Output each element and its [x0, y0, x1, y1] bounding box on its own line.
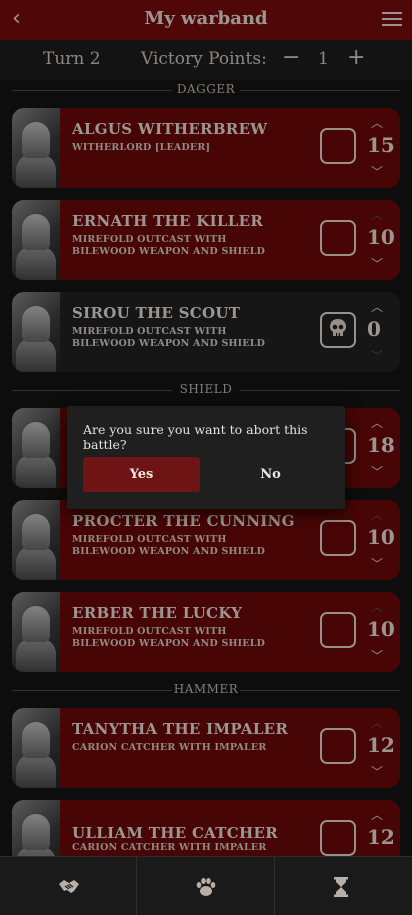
no-button[interactable]: No [212, 457, 329, 492]
bottom-tab-bar [0, 856, 412, 915]
paw-icon [196, 878, 216, 896]
hourglass-icon [334, 877, 348, 897]
tab-handshake[interactable] [0, 857, 136, 915]
yes-button[interactable]: Yes [83, 457, 200, 492]
tab-paw[interactable] [137, 857, 273, 915]
tab-hourglass[interactable] [275, 857, 411, 915]
abort-battle-dialog: Are you sure you want to abort this batt… [67, 406, 345, 509]
handshake-icon [59, 880, 79, 893]
dialog-message: Are you sure you want to abort this batt… [83, 422, 308, 452]
